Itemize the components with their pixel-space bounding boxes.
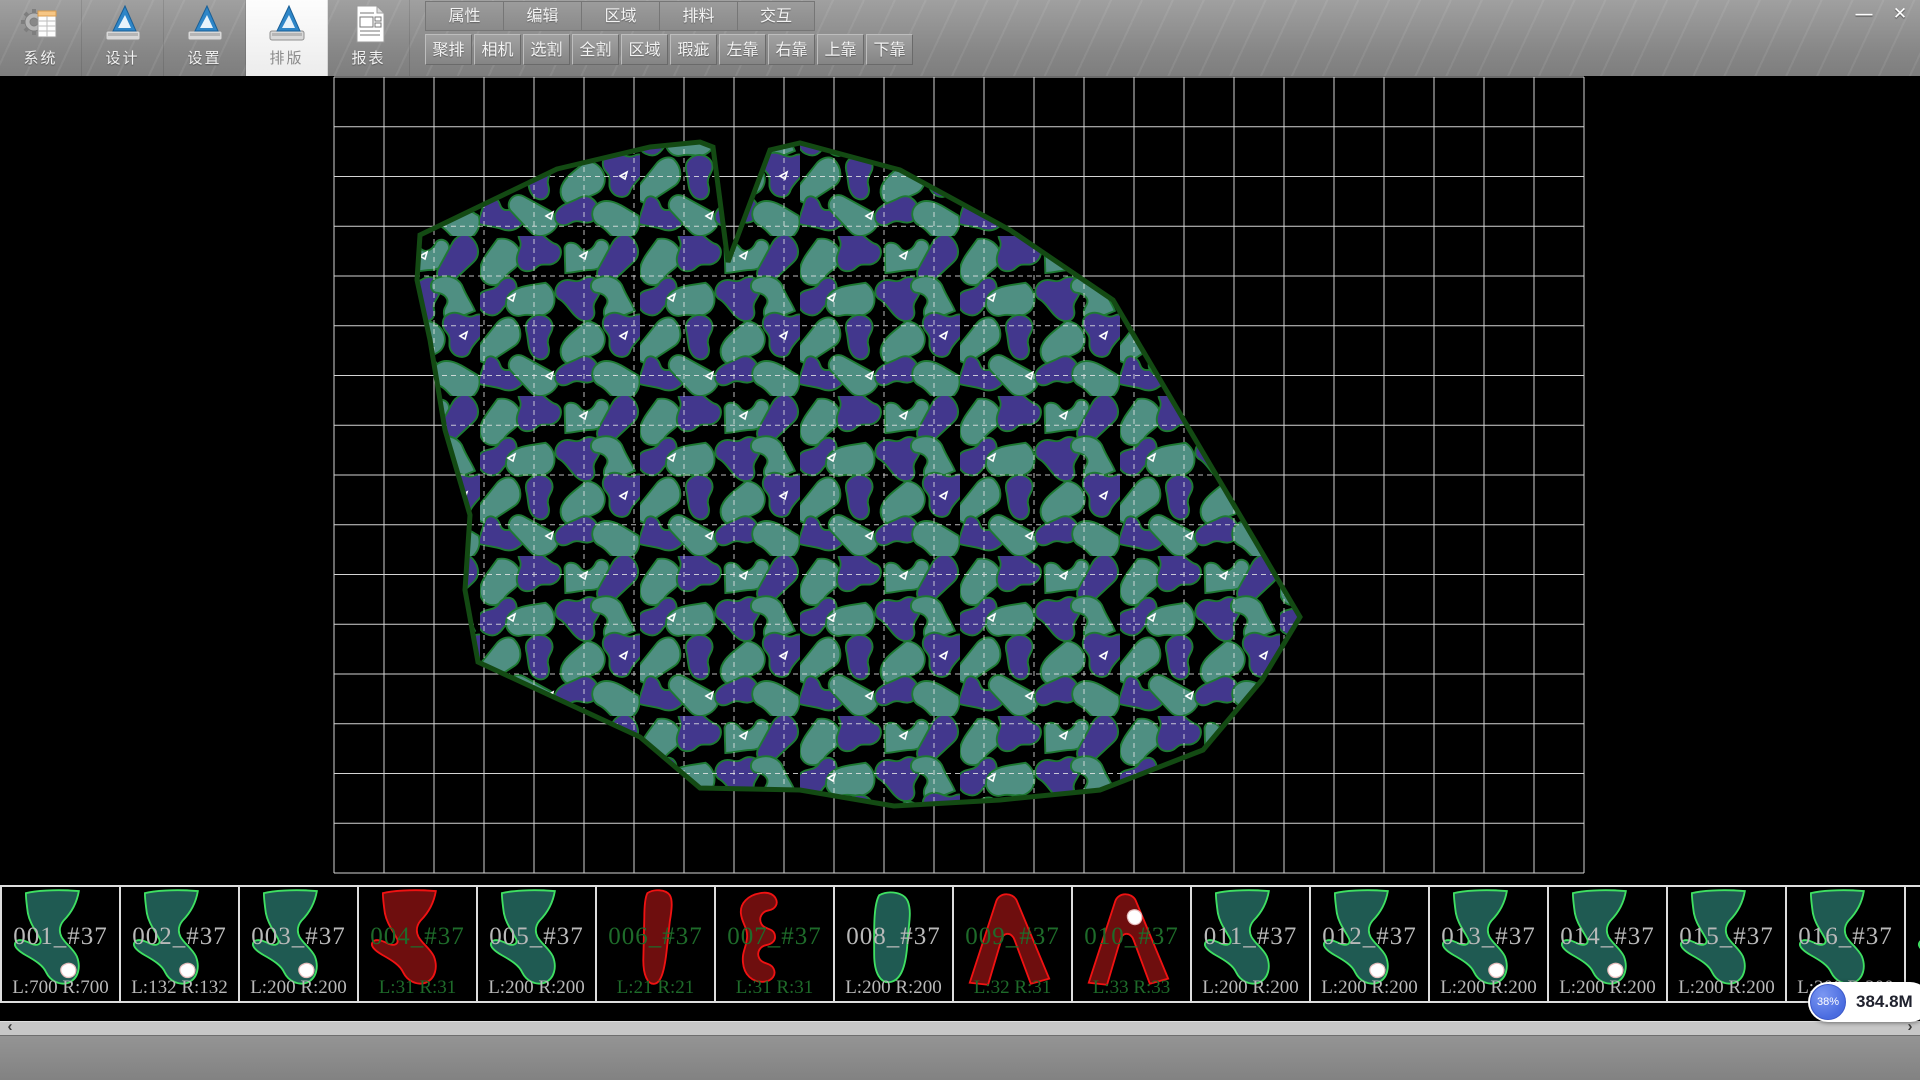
app-window: 系统设计设置排版报表 属性编辑区域排料交互 聚排相机选割全割区域瑕疵左靠右靠上靠… [0, 0, 1920, 1080]
thumbnail-001_#37[interactable]: 001_#37L:700 R:700 [2, 887, 121, 1001]
thumbnail-011_#37[interactable]: 011_#37L:200 R:200 [1192, 887, 1311, 1001]
canvas-svg [0, 76, 1920, 885]
main-tool-bar: 系统 设计 设置 排版 报表 [0, 0, 410, 76]
piece-shape [1549, 887, 1664, 997]
piece-thumbnail-strip: 001_#37L:700 R:700002_#37L:132 R:132003_… [0, 885, 1920, 1003]
design-icon [101, 3, 145, 45]
tool-label: 设计 [105, 47, 139, 68]
menu-tab-属性[interactable]: 属性 [425, 1, 503, 31]
piece-shape [1668, 887, 1783, 997]
menu-tab-row: 属性编辑区域排料交互 [425, 1, 915, 31]
memory-badge[interactable]: 38% 384.8M [1808, 982, 1920, 1022]
action-button-聚排[interactable]: 聚排 [425, 34, 472, 65]
piece-shape [121, 887, 236, 997]
action-button-相机[interactable]: 相机 [474, 34, 521, 65]
thumbnail-006_#37[interactable]: 006_#37L:21 R:21 [597, 887, 716, 1001]
piece-shape [240, 887, 355, 997]
thumbnail-008_#37[interactable]: 008_#37L:200 R:200 [835, 887, 954, 1001]
memory-progress-circle: 38% [1810, 984, 1846, 1020]
tool-设计[interactable]: 设计 [82, 0, 164, 76]
piece-shape [1787, 887, 1902, 997]
action-button-左靠[interactable]: 左靠 [719, 34, 766, 65]
thumbnail-013_#37[interactable]: 013_#37L:200 R:200 [1430, 887, 1549, 1001]
toolbar: 系统设计设置排版报表 属性编辑区域排料交互 聚排相机选割全割区域瑕疵左靠右靠上靠… [0, 0, 1920, 76]
action-button-区域[interactable]: 区域 [621, 34, 668, 65]
scroll-right-arrow[interactable]: › [1902, 1020, 1918, 1034]
action-button-瑕疵[interactable]: 瑕疵 [670, 34, 717, 65]
nested-pieces[interactable] [417, 142, 1300, 806]
memory-percent: 38% [1817, 996, 1839, 1008]
piece-shape [478, 887, 593, 997]
piece-shape [2, 887, 117, 997]
thumbnail-009_#37[interactable]: 009_#37L:32 R:31 [954, 887, 1073, 1001]
close-button[interactable]: ✕ [1886, 2, 1914, 26]
minimize-button[interactable]: — [1850, 2, 1878, 26]
tool-设置[interactable]: 设置 [164, 0, 246, 76]
menu-area: 属性编辑区域排料交互 聚排相机选割全割区域瑕疵左靠右靠上靠下靠 [425, 1, 915, 65]
settings-icon [183, 3, 227, 45]
piece-shape [716, 887, 831, 997]
scroll-left-arrow[interactable]: ‹ [2, 1020, 18, 1034]
thumbnail-007_#37[interactable]: 007_#37L:31 R:31 [716, 887, 835, 1001]
tool-系统[interactable]: 系统 [0, 0, 82, 76]
thumbnail-010_#37[interactable]: 010_#37L:33 R:33 [1073, 887, 1192, 1001]
tool-label: 报表 [351, 47, 385, 68]
thumbnail-015_#37[interactable]: 015_#37L:200 R:200 [1668, 887, 1787, 1001]
piece-shape [359, 887, 474, 997]
memory-size: 384.8M [1856, 992, 1913, 1012]
action-button-右靠[interactable]: 右靠 [768, 34, 815, 65]
piece-shape [1906, 887, 1920, 997]
nesting-icon [265, 3, 309, 45]
piece-shape [835, 887, 950, 997]
action-button-上靠[interactable]: 上靠 [817, 34, 864, 65]
tool-label: 排版 [269, 47, 303, 68]
thumbnail-012_#37[interactable]: 012_#37L:200 R:200 [1311, 887, 1430, 1001]
tool-报表[interactable]: 报表 [328, 0, 410, 76]
thumbnail-002_#37[interactable]: 002_#37L:132 R:132 [121, 887, 240, 1001]
menu-tab-编辑[interactable]: 编辑 [503, 1, 581, 31]
menu-tab-区域[interactable]: 区域 [581, 1, 659, 31]
piece-shape [1311, 887, 1426, 997]
action-button-row: 聚排相机选割全割区域瑕疵左靠右靠上靠下靠 [425, 34, 915, 65]
nesting-canvas[interactable] [0, 76, 1920, 885]
thumbnail-014_#37[interactable]: 014_#37L:200 R:200 [1549, 887, 1668, 1001]
thumbnail-004_#37[interactable]: 004_#37L:31 R:31 [359, 887, 478, 1001]
tool-label: 系统 [23, 47, 57, 68]
piece-shape [1430, 887, 1545, 997]
piece-shape [1073, 887, 1188, 997]
tool-label: 设置 [187, 47, 221, 68]
thumbnail-003_#37[interactable]: 003_#37L:200 R:200 [240, 887, 359, 1001]
action-button-选割[interactable]: 选割 [523, 34, 570, 65]
piece-shape [1192, 887, 1307, 997]
horizontal-scrollbar[interactable]: ‹ › [0, 1021, 1920, 1035]
menu-tab-排料[interactable]: 排料 [659, 1, 737, 31]
action-button-全割[interactable]: 全割 [572, 34, 619, 65]
piece-shape [597, 887, 712, 997]
thumbnail-005_#37[interactable]: 005_#37L:200 R:200 [478, 887, 597, 1001]
report-icon [347, 3, 391, 45]
action-button-下靠[interactable]: 下靠 [866, 34, 913, 65]
window-controls: — ✕ [1850, 2, 1914, 26]
tool-排版[interactable]: 排版 [246, 0, 328, 76]
status-bar [0, 1035, 1920, 1080]
menu-tab-交互[interactable]: 交互 [737, 1, 815, 31]
piece-shape [954, 887, 1069, 997]
system-icon [19, 3, 63, 45]
